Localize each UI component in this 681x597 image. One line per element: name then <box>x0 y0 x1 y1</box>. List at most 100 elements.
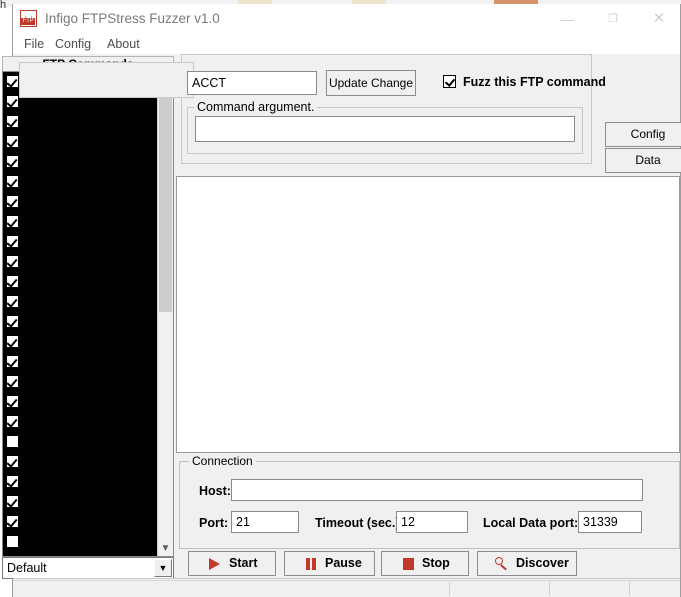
stop-button[interactable]: Stop <box>381 551 469 576</box>
status-bar <box>13 580 680 597</box>
checkbox-checked-icon[interactable] <box>6 235 19 248</box>
ftp-command-row[interactable] <box>3 252 158 272</box>
desktop-left-glyph: h <box>0 0 7 11</box>
timeout-input[interactable]: 12 <box>396 511 468 533</box>
checkbox-unchecked-icon[interactable] <box>6 435 19 448</box>
maximize-button[interactable]: ❐ <box>590 4 636 34</box>
host-label: Host: <box>199 484 231 498</box>
menu-item-file[interactable]: File <box>20 36 48 52</box>
ftp-command-row[interactable] <box>3 292 158 312</box>
ftp-command-row[interactable] <box>3 452 158 472</box>
ftp-command-row[interactable] <box>3 392 158 412</box>
local-data-port-input[interactable]: 31339 <box>578 511 642 533</box>
update-change-button[interactable]: Update Change <box>326 70 416 96</box>
maximize-icon: ❐ <box>608 13 618 25</box>
checkbox-checked-icon[interactable] <box>6 215 19 228</box>
discover-button[interactable]: Discover <box>477 551 577 576</box>
ftp-command-row[interactable] <box>3 212 158 232</box>
ftp-command-row[interactable] <box>3 172 158 192</box>
output-log-panel[interactable] <box>176 176 680 453</box>
checkbox-checked-icon[interactable] <box>6 155 19 168</box>
checkbox-checked-icon[interactable] <box>6 315 19 328</box>
menu-item-about[interactable]: About <box>103 36 144 52</box>
application-window: ◡ FTP Infigo FTPStress Fuzzer v1.0 — ❐ ✕… <box>2 4 681 597</box>
config-button[interactable]: Config <box>605 122 681 147</box>
ftp-commands-scrollbar[interactable]: ▲ ▼ <box>157 72 173 556</box>
ftp-command-row[interactable] <box>3 372 158 392</box>
ftp-command-row[interactable] <box>3 472 158 492</box>
checkbox-checked-icon[interactable] <box>6 375 19 388</box>
connection-group <box>179 461 680 549</box>
data-button[interactable]: Data <box>605 148 681 173</box>
ftp-commands-rows: USER <box>3 72 160 556</box>
title-bar: ◡ FTP Infigo FTPStress Fuzzer v1.0 — ❐ ✕ <box>13 4 680 35</box>
scrollbar-thumb[interactable] <box>159 90 172 312</box>
close-button[interactable]: ✕ <box>636 4 681 34</box>
checkbox-checked-icon[interactable] <box>6 115 19 128</box>
ftp-command-label <box>22 133 158 151</box>
minimize-button[interactable]: — <box>544 4 590 34</box>
window-title: Infigo FTPStress Fuzzer v1.0 <box>45 11 220 26</box>
ftp-command-row[interactable] <box>3 412 158 432</box>
port-value: 21 <box>236 515 250 529</box>
ftp-command-label <box>22 353 158 371</box>
ftp-command-row[interactable] <box>3 272 158 292</box>
ftp-command-row[interactable] <box>3 192 158 212</box>
ftp-command-row[interactable] <box>3 432 158 452</box>
menu-item-config[interactable]: Config <box>51 36 95 52</box>
ftp-command-label <box>22 493 158 511</box>
stop-icon <box>403 558 414 570</box>
ftp-command-row[interactable] <box>3 352 158 372</box>
ftp-command-label <box>22 393 158 411</box>
port-input[interactable]: 21 <box>231 511 299 533</box>
pause-button[interactable]: Pause <box>284 551 375 576</box>
ftp-commands-listbox[interactable]: USER ▲ ▼ <box>2 71 174 557</box>
ftp-command-label <box>22 453 158 471</box>
search-icon <box>495 557 509 571</box>
fuzz-command-label: Fuzz this FTP command <box>463 75 606 89</box>
ftp-command-row[interactable] <box>3 532 158 552</box>
checkbox-checked-icon[interactable] <box>6 135 19 148</box>
ftp-app-icon: ◡ FTP <box>20 10 37 27</box>
ftp-command-row[interactable] <box>3 332 158 352</box>
checkbox-checked-icon[interactable] <box>6 175 19 188</box>
checkbox-checked-icon[interactable] <box>6 335 19 348</box>
ftp-command-row[interactable] <box>3 512 158 532</box>
checkbox-checked-icon[interactable] <box>6 415 19 428</box>
local-data-port-value: 31339 <box>583 515 618 529</box>
timeout-label: Timeout (sec.): <box>315 516 404 530</box>
checkbox-checked-icon[interactable] <box>6 275 19 288</box>
ftp-command-row[interactable] <box>3 152 158 172</box>
checkbox-checked-icon[interactable] <box>443 75 456 88</box>
start-button[interactable]: Start <box>188 551 276 576</box>
ftp-command-row[interactable] <box>3 312 158 332</box>
command-name-input[interactable]: ACCT <box>187 71 317 95</box>
checkbox-checked-icon[interactable] <box>6 455 19 468</box>
checkbox-checked-icon[interactable] <box>6 95 19 108</box>
checkbox-checked-icon[interactable] <box>6 515 19 528</box>
checkbox-checked-icon[interactable] <box>6 475 19 488</box>
checkbox-checked-icon[interactable] <box>6 495 19 508</box>
checkbox-checked-icon[interactable] <box>6 355 19 368</box>
checkbox-checked-icon[interactable] <box>6 295 19 308</box>
ftp-command-row[interactable] <box>3 492 158 512</box>
ftp-icon-label: FTP <box>21 18 35 25</box>
checkbox-checked-icon[interactable] <box>6 395 19 408</box>
scroll-down-icon[interactable]: ▼ <box>158 541 173 556</box>
connection-group-title: Connection <box>189 454 256 468</box>
checkbox-checked-icon[interactable] <box>6 75 19 88</box>
command-argument-input[interactable] <box>195 116 575 142</box>
pause-button-label: Pause <box>325 556 362 570</box>
ftp-command-row[interactable] <box>3 132 158 152</box>
ftp-command-label <box>22 313 158 331</box>
command-name-frame <box>19 62 194 98</box>
host-input[interactable] <box>231 479 643 501</box>
chevron-down-icon[interactable]: ▼ <box>154 559 172 577</box>
profile-combobox[interactable]: Default ▼ <box>2 557 174 579</box>
checkbox-unchecked-icon[interactable] <box>6 535 19 548</box>
checkbox-checked-icon[interactable] <box>6 195 19 208</box>
status-bar-separator <box>549 582 550 596</box>
checkbox-checked-icon[interactable] <box>6 255 19 268</box>
ftp-command-row[interactable] <box>3 232 158 252</box>
ftp-command-row[interactable] <box>3 112 158 132</box>
